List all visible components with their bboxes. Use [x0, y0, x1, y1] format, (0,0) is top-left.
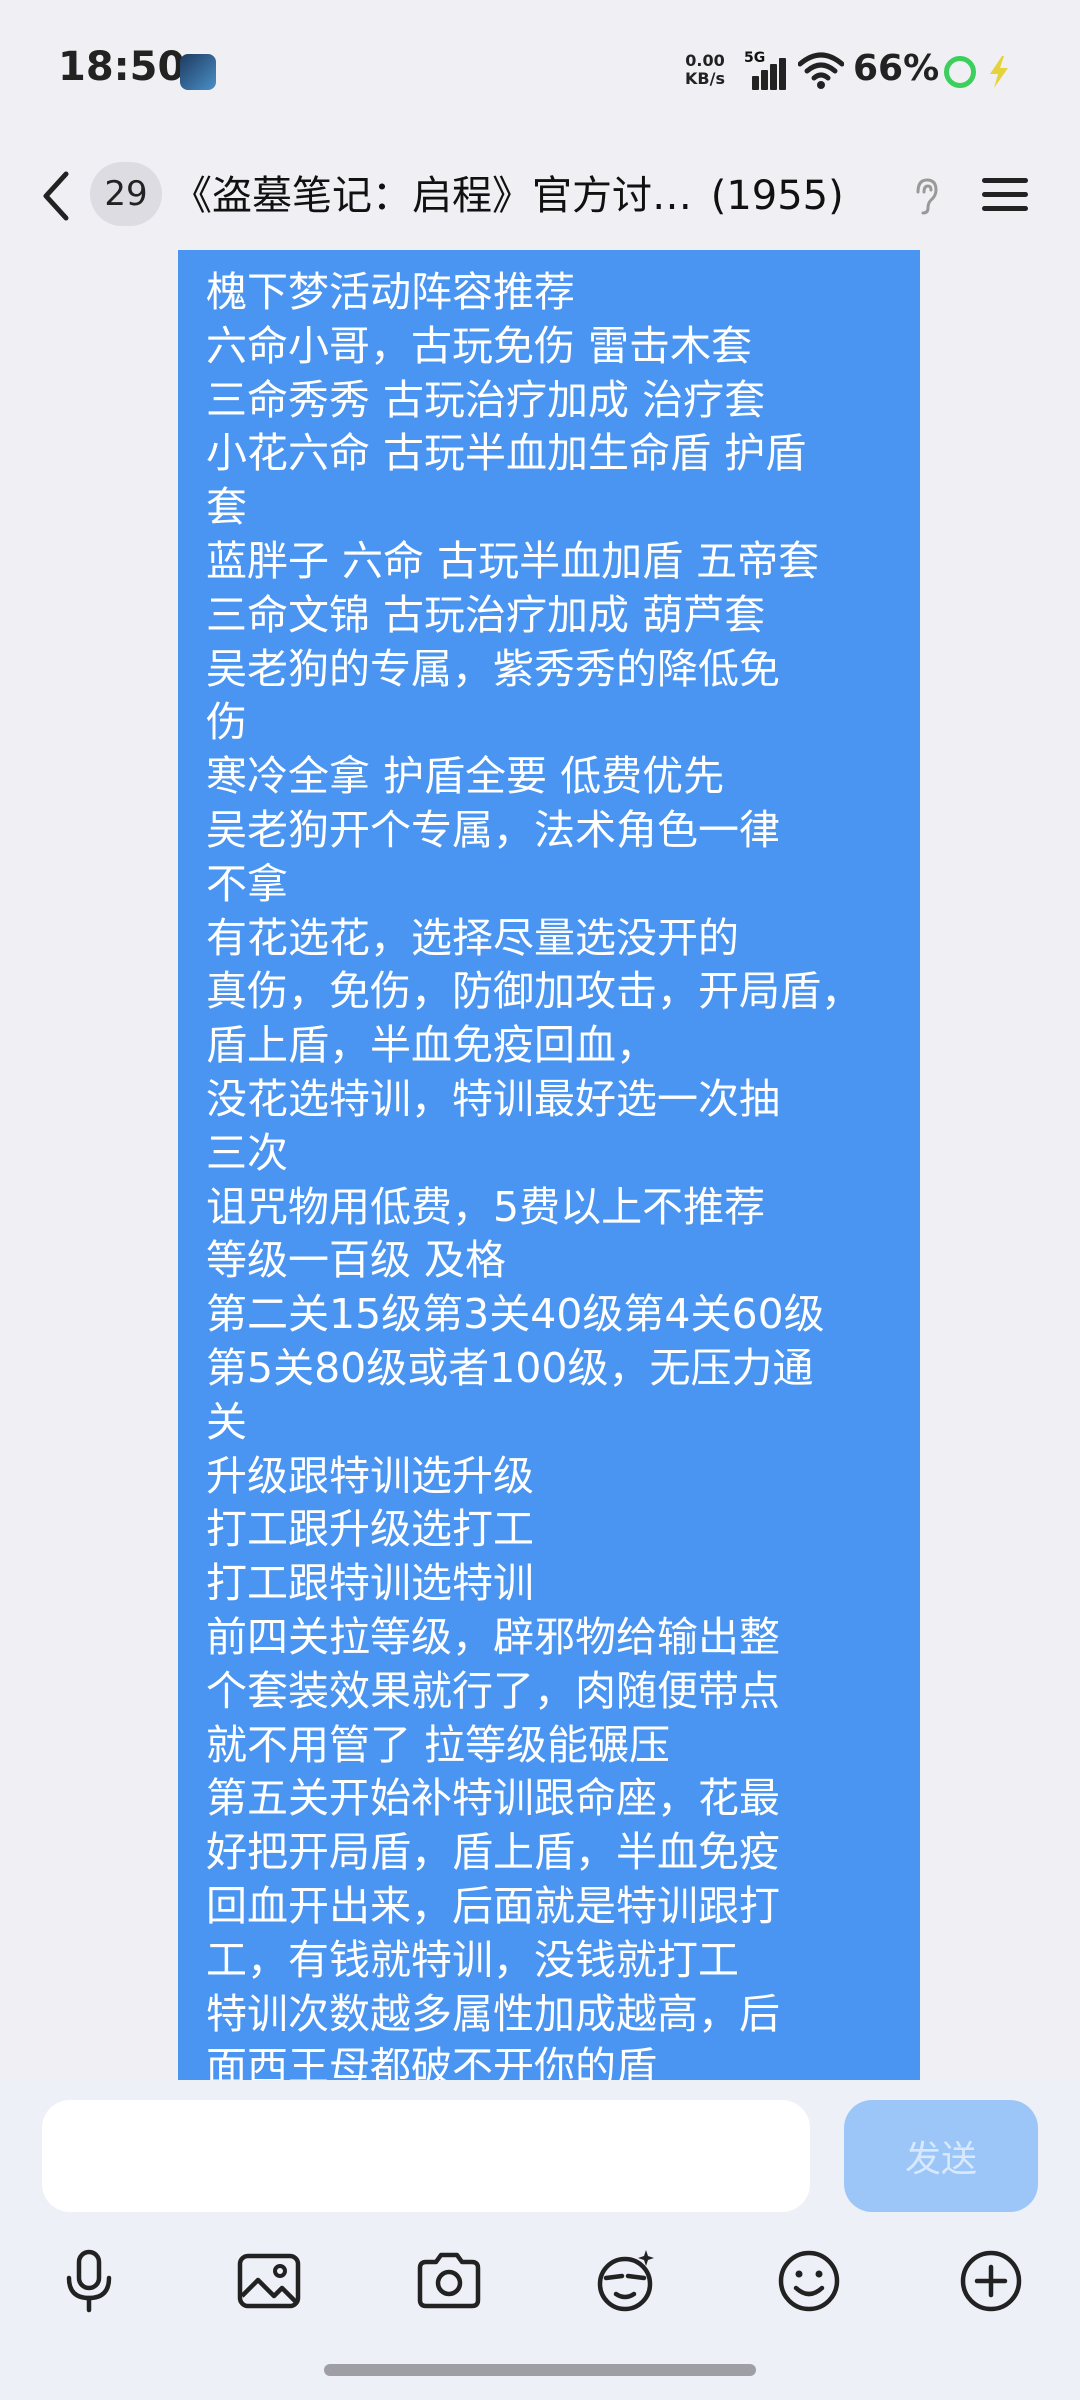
unread-count-badge[interactable]: 29	[90, 162, 162, 226]
chat-header: 29 《盗墓笔记：启程》官方讨… (1955)	[0, 140, 1080, 250]
status-bar: 18:50 0.00 KB/s 5G 66%	[0, 0, 1080, 140]
message-line: 不拿	[206, 859, 288, 908]
network-speed-value: 0.00	[685, 51, 725, 70]
image-icon[interactable]	[234, 2246, 304, 2316]
signal-bar	[779, 58, 786, 90]
camera-icon[interactable]	[414, 2246, 484, 2316]
message-line: 升级跟特训选升级	[206, 1451, 534, 1500]
chat-title[interactable]: 《盗墓笔记：启程》官方讨… (1955)	[172, 164, 912, 228]
microphone-icon[interactable]	[54, 2246, 124, 2316]
wifi-icon	[798, 52, 844, 89]
earpiece-mode-icon[interactable]	[910, 176, 942, 216]
app-notification-icon	[180, 54, 216, 90]
send-button[interactable]: 发送	[844, 2100, 1038, 2212]
message-line: 有花选花，选择尽量选没开的	[206, 913, 739, 962]
message-line: 套	[206, 483, 247, 532]
message-line: 吴老狗开个专属，法术角色一律	[206, 805, 780, 854]
message-line: 关	[206, 1397, 247, 1446]
message-line: 吴老狗的专属，紫秀秀的降低免	[206, 644, 780, 693]
message-line: 第5关80级或者100级，无压力通	[206, 1343, 814, 1392]
battery-icon	[944, 56, 976, 88]
message-line: 槐下梦活动阵容推荐	[206, 268, 575, 316]
message-line: 六命小哥，古玩免伤 雷击木套	[206, 321, 753, 370]
message-line: 三命文锦 古玩治疗加成 葫芦套	[206, 590, 766, 639]
charging-bolt-icon	[990, 56, 1008, 88]
menu-icon[interactable]	[980, 170, 1030, 220]
emoji-icon[interactable]	[774, 2246, 844, 2316]
message-line: 真伤，免伤，防御加攻击，开局盾，	[206, 967, 862, 1016]
message-line: 寒冷全拿 护盾全要 低费优先	[206, 752, 725, 801]
message-list[interactable]: 槐下梦活动阵容推荐六命小哥，古玩免伤 雷击木套 三命秀秀 古玩治疗加成 治疗套 小花…	[0, 250, 1080, 2080]
status-time: 18:50	[58, 44, 186, 90]
message-line: 三次	[206, 1128, 288, 1177]
signal-bar	[770, 64, 777, 90]
network-type: 5G	[744, 50, 766, 66]
network-speed: 0.00 KB/s	[680, 52, 730, 88]
message-line: 回血开出来，后面就是特训跟打	[206, 1881, 780, 1930]
home-indicator[interactable]	[324, 2364, 756, 2376]
message-line: 特训次数越多属性加成越高，后	[206, 1989, 780, 2038]
back-arrow-icon[interactable]	[36, 166, 76, 226]
group-name: 《盗墓笔记：启程》官方讨…	[172, 173, 692, 219]
plus-icon[interactable]	[956, 2246, 1026, 2316]
message-line: 伤	[206, 698, 247, 747]
message-line: 工，有钱就特训，没钱就打工	[206, 1935, 739, 1984]
input-bar: 发送	[0, 2080, 1080, 2400]
message-line: 没花选特训，特训最好选一次抽	[206, 1074, 780, 1123]
battery-percentage: 66%	[853, 48, 940, 89]
network-speed-unit: KB/s	[685, 69, 725, 88]
sticker-icon[interactable]	[592, 2246, 662, 2316]
message-input[interactable]	[42, 2100, 810, 2212]
message-text: 槐下梦活动阵容推荐六命小哥，古玩免伤 雷击木套 三命秀秀 古玩治疗加成 治疗套 小花…	[206, 266, 912, 2080]
cellular-signal-icon: 5G	[744, 50, 790, 90]
message-line: 小花六命 古玩半血加生命盾 护盾	[206, 429, 807, 478]
message-line: 打工跟升级选打工	[206, 1505, 534, 1554]
signal-bar	[761, 70, 768, 90]
message-line: 等级一百级 及格	[206, 1236, 507, 1285]
message-line: 个套装效果就行了，肉随便带点	[206, 1666, 780, 1715]
message-line: 诅咒物用低费，5费以上不推荐	[206, 1182, 766, 1231]
message-line: 打工跟特训选特训	[206, 1559, 534, 1608]
message-line: 前四关拉等级，辟邪物给输出整	[206, 1612, 780, 1661]
message-line: 第二关15级第3关40级第4关60级	[206, 1290, 825, 1339]
message-line: 好把开局盾，盾上盾，半血免疫	[206, 1828, 780, 1877]
message-line: 三命秀秀 古玩治疗加成 治疗套	[206, 375, 766, 424]
member-count: (1955)	[710, 173, 844, 219]
message-line: 蓝胖子 六命 古玩半血加盾 五帝套	[206, 536, 820, 585]
message-line: 面西王母都破不开你的盾	[206, 2043, 657, 2080]
signal-bar	[752, 76, 759, 90]
message-line: 盾上盾，半血免疫回血，	[206, 1021, 657, 1070]
message-line: 第五关开始补特训跟命座，花最	[206, 1774, 780, 1823]
message-line: 就不用管了 拉等级能碾压	[206, 1720, 671, 1769]
